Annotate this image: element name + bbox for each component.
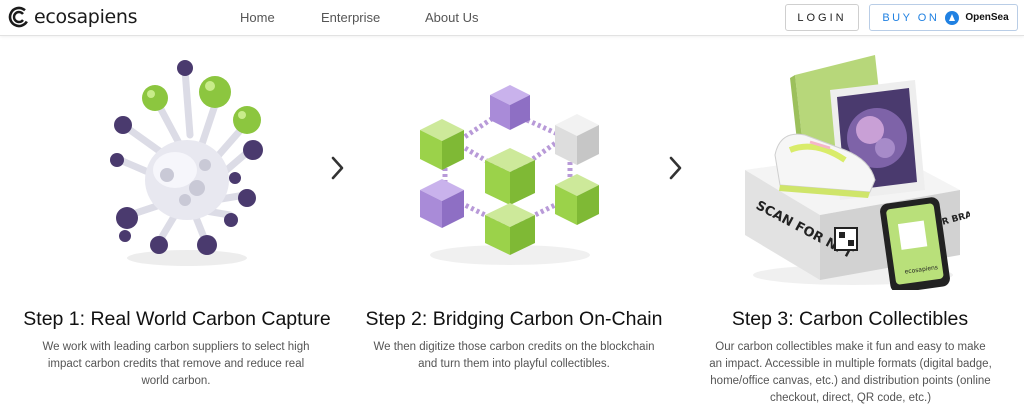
login-label: LOGIN xyxy=(797,11,847,24)
chevron-right-icon xyxy=(669,156,682,180)
opensea-label: OpenSea xyxy=(965,12,1009,23)
nav-home[interactable]: Home xyxy=(240,10,275,25)
nav-about-us[interactable]: About Us xyxy=(425,10,478,25)
blockchain-cubes-illustration xyxy=(420,85,599,265)
logo-text: ecosapiens xyxy=(34,6,138,28)
buy-on-opensea-button[interactable]: BUY ON OpenSea xyxy=(869,4,1018,31)
step-1-description: We work with leading carbon suppliers to… xyxy=(42,341,310,387)
step-2-title: Step 2: Bridging Carbon On-Chain xyxy=(365,308,663,330)
site-header: ecosapiens Home Enterprise About Us LOGI… xyxy=(0,0,1024,36)
buy-on-label: BUY ON xyxy=(882,11,940,24)
opensea-logo-icon xyxy=(945,10,960,25)
ecosapiens-logo-icon xyxy=(8,6,30,28)
step-1-title: Step 1: Real World Carbon Capture xyxy=(23,308,331,330)
login-button[interactable]: LOGIN xyxy=(785,4,859,31)
step-2-description: We then digitize those carbon credits on… xyxy=(373,341,655,370)
nav-enterprise[interactable]: Enterprise xyxy=(321,10,380,25)
molecule-illustration xyxy=(110,60,263,266)
chevron-right-icon xyxy=(331,156,344,180)
step-3-description: Our carbon collectibles make it fun and … xyxy=(709,341,992,404)
step-3-title: Step 3: Carbon Collectibles xyxy=(731,308,969,330)
logo[interactable]: ecosapiens xyxy=(8,6,138,28)
collectibles-illustration: SCAN FOR NFT PARTNER BRANDS ecosapiens xyxy=(745,55,970,290)
